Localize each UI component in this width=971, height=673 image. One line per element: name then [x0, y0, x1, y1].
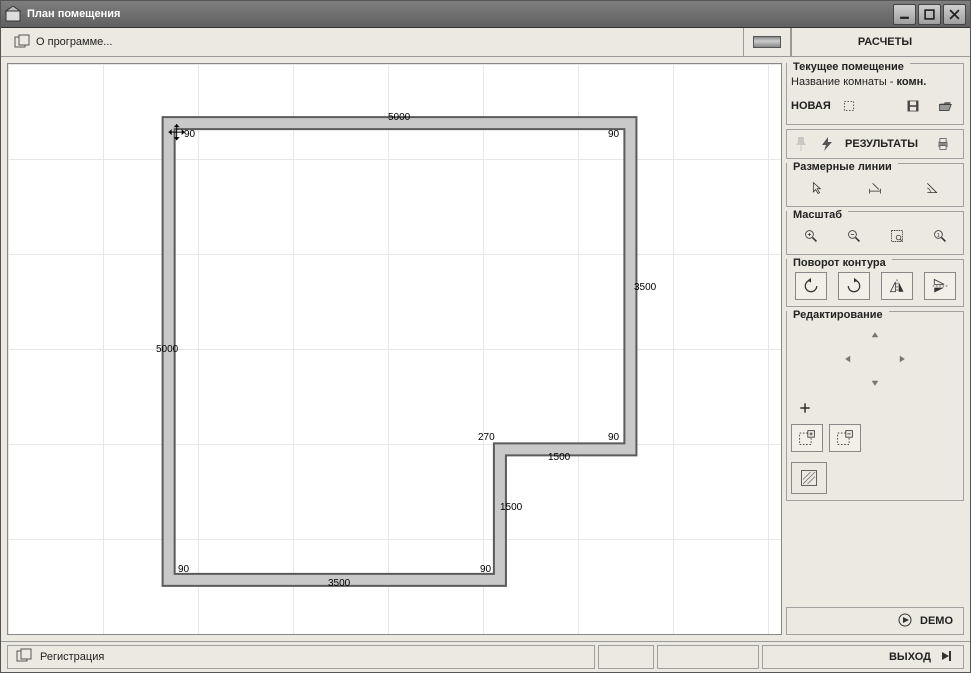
room-name-label: Название комнаты -	[791, 76, 893, 88]
add-node-button[interactable]	[791, 396, 819, 420]
toggle-handle-icon	[753, 36, 781, 48]
zoom-out-button[interactable]	[840, 224, 868, 248]
main-body: 5000 90 90 3500 90 270 1500 1500 90 90 3…	[1, 57, 970, 641]
zoom-reset-button[interactable]: 1	[926, 224, 954, 248]
dim-select-button[interactable]	[804, 176, 832, 200]
ang-bottom-left: 90	[178, 564, 189, 575]
cutout-remove-button[interactable]	[829, 424, 861, 452]
side-panel: Текущее помещение Название комнаты - ком…	[786, 63, 964, 635]
close-button[interactable]	[943, 4, 966, 25]
bolt-icon	[819, 136, 835, 152]
titlebar: План помещения	[1, 1, 970, 28]
open-button[interactable]	[931, 94, 959, 118]
group-title-rotate: Поворот контура	[787, 256, 892, 271]
minimize-button[interactable]	[893, 4, 916, 25]
canvas[interactable]: 5000 90 90 3500 90 270 1500 1500 90 90 3…	[7, 63, 782, 635]
room-name-line: Название комнаты - комн.	[791, 76, 959, 88]
move-down-button[interactable]	[863, 372, 887, 394]
ang-bottom-mid: 90	[480, 564, 491, 575]
current-room-group: Текущее помещение Название комнаты - ком…	[786, 63, 964, 125]
demo-label: DEMO	[920, 615, 953, 627]
toggle-switch[interactable]	[743, 28, 791, 56]
window-title: План помещения	[27, 8, 891, 20]
pin-icon	[793, 136, 809, 152]
new-room-button[interactable]	[835, 94, 863, 118]
zoom-extents-button[interactable]	[883, 224, 911, 248]
exit-button[interactable]: ВЫХОД	[762, 645, 964, 669]
results-label[interactable]: РЕЗУЛЬТАТЫ	[845, 138, 919, 150]
move-left-button[interactable]	[836, 348, 860, 370]
exit-label: ВЫХОД	[889, 651, 931, 663]
move-right-button[interactable]	[890, 348, 914, 370]
cutout-add-button[interactable]	[791, 424, 823, 452]
calculate-label: РАСЧЕТЫ	[858, 36, 912, 48]
print-button[interactable]	[929, 132, 957, 156]
status-cell-1	[598, 645, 654, 669]
dim-mid-vert: 1500	[500, 502, 522, 513]
floorplan-drawing: 5000 90 90 3500 90 270 1500 1500 90 90 3…	[8, 64, 781, 634]
demo-button[interactable]: DEMO	[786, 607, 964, 635]
calculate-button[interactable]: РАСЧЕТЫ	[791, 28, 970, 56]
dim-angle-button[interactable]	[918, 176, 946, 200]
ang-mid-right: 90	[608, 432, 619, 443]
rotate-cw-button[interactable]	[838, 272, 870, 300]
ang-mid-mid: 270	[478, 432, 495, 443]
hatch-button[interactable]	[791, 462, 827, 494]
play-icon	[898, 613, 912, 630]
group-title-scale: Масштаб	[787, 208, 848, 223]
move-up-button[interactable]	[863, 324, 887, 346]
dim-top: 5000	[388, 112, 410, 123]
dim-lines-group: Размерные линии	[786, 163, 964, 207]
status-cell-2	[657, 645, 759, 669]
results-bar: РЕЗУЛЬТАТЫ	[786, 129, 964, 159]
dim-line-button[interactable]	[861, 176, 889, 200]
svg-text:1: 1	[936, 233, 939, 239]
move-dpad	[830, 324, 920, 394]
about-button[interactable]: О программе...	[3, 30, 123, 54]
about-label: О программе...	[36, 36, 112, 48]
register-icon	[16, 648, 32, 667]
scale-group: Масштаб 1	[786, 211, 964, 255]
new-room-label: НОВАЯ	[791, 100, 831, 112]
about-icon	[14, 34, 30, 50]
register-label: Регистрация	[40, 651, 104, 663]
ang-top-left: 90	[184, 129, 195, 140]
flip-horizontal-button[interactable]	[881, 272, 913, 300]
group-title-edit: Редактирование	[787, 308, 889, 323]
top-toolbar: О программе... РАСЧЕТЫ	[1, 28, 970, 57]
exit-icon	[939, 649, 953, 666]
save-button[interactable]	[899, 94, 927, 118]
rotate-group: Поворот контура	[786, 259, 964, 307]
zoom-in-button[interactable]	[797, 224, 825, 248]
group-title-dims: Размерные линии	[787, 160, 898, 175]
room-name-value: комн.	[897, 76, 927, 88]
app-window: План помещения О программе... РАСЧЕТЫ	[0, 0, 971, 673]
dim-left: 5000	[156, 344, 178, 355]
edit-group: Редактирование	[786, 311, 964, 501]
maximize-button[interactable]	[918, 4, 941, 25]
group-title-current-room: Текущее помещение	[787, 60, 910, 75]
app-icon	[5, 6, 21, 22]
statusbar: Регистрация ВЫХОД	[1, 641, 970, 672]
register-button[interactable]: Регистрация	[7, 645, 595, 669]
flip-vertical-button[interactable]	[924, 272, 956, 300]
dim-bottom: 3500	[328, 578, 350, 589]
dim-mid-horiz: 1500	[548, 452, 570, 463]
rotate-ccw-button[interactable]	[795, 272, 827, 300]
dim-right: 3500	[634, 282, 656, 293]
ang-top-right: 90	[608, 129, 619, 140]
